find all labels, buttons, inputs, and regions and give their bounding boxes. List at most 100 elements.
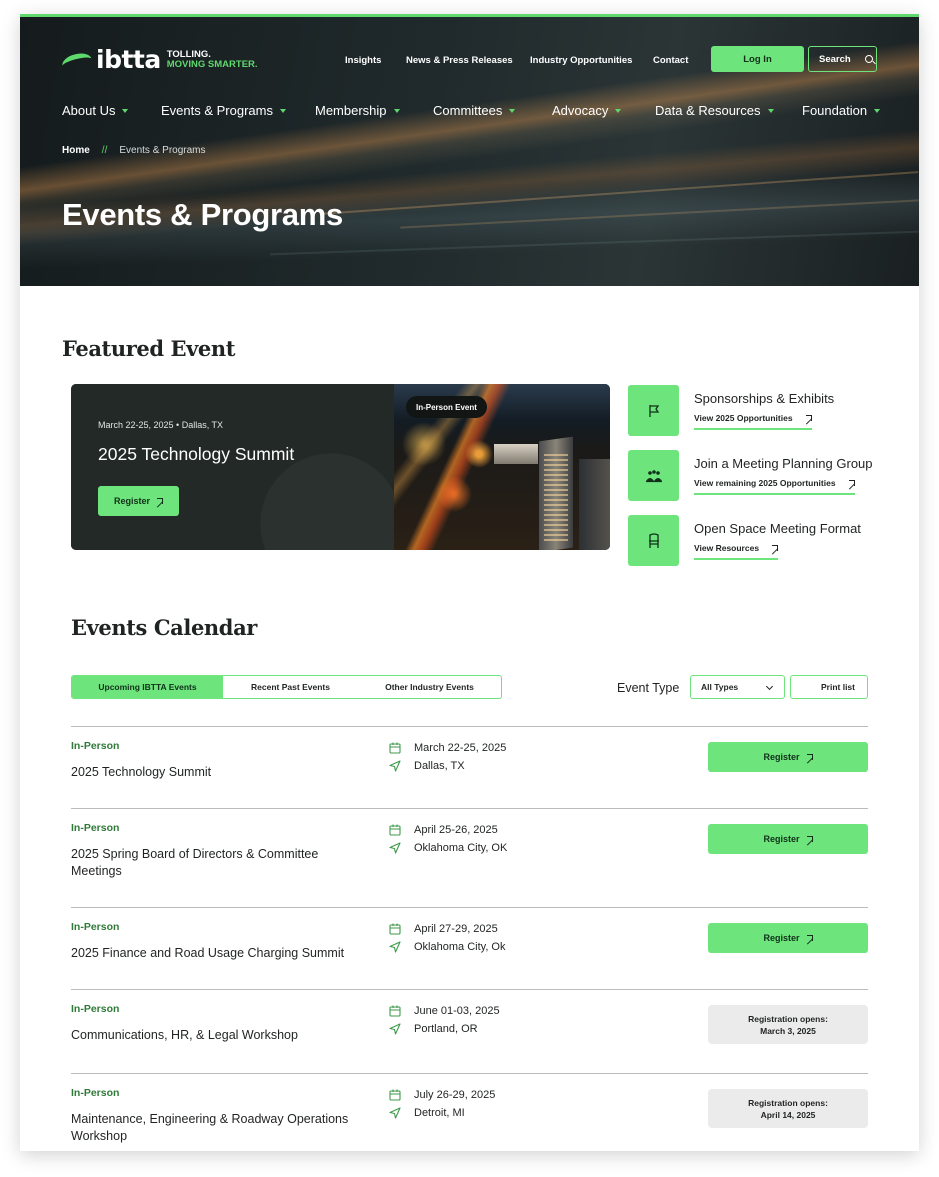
image-building bbox=[579, 459, 610, 550]
event-type: In-Person bbox=[71, 822, 120, 834]
caret-down-icon bbox=[767, 109, 774, 113]
event-type: In-Person bbox=[71, 921, 120, 933]
event-register-button[interactable]: Register bbox=[708, 923, 868, 953]
side-link-open-space: Open Space Meeting Format View Resources bbox=[628, 515, 888, 567]
hero-header: ibtta TOLLING. MOVING SMARTER. Insights … bbox=[20, 14, 919, 286]
in-person-badge: In-Person Event bbox=[406, 396, 487, 418]
featured-event-title: 2025 Technology Summit bbox=[98, 444, 295, 464]
location-arrow-icon bbox=[389, 1107, 401, 1119]
util-link-industry-opportunities[interactable]: Industry Opportunities bbox=[530, 55, 632, 66]
image-windows bbox=[544, 454, 568, 544]
arrow-up-right-icon bbox=[771, 544, 779, 552]
print-list-button[interactable]: Print list bbox=[790, 675, 868, 699]
event-type: In-Person bbox=[71, 1003, 120, 1015]
event-register-button[interactable]: Register bbox=[708, 824, 868, 854]
side-link-meeting-planning: Join a Meeting Planning Group View remai… bbox=[628, 450, 888, 502]
event-type-select[interactable]: All Types bbox=[690, 675, 785, 699]
nav-foundation[interactable]: Foundation bbox=[802, 103, 881, 118]
register-label: Register bbox=[763, 933, 800, 943]
search-button[interactable]: Search bbox=[808, 46, 877, 72]
breadcrumb-home[interactable]: Home bbox=[62, 145, 90, 156]
calendar-icon bbox=[389, 923, 401, 935]
event-title[interactable]: 2025 Spring Board of Directors & Committ… bbox=[71, 846, 361, 880]
event-date: April 27-29, 2025 bbox=[414, 923, 498, 935]
featured-register-button[interactable]: Register bbox=[98, 486, 179, 516]
login-button[interactable]: Log In bbox=[711, 46, 804, 72]
arrow-up-right-icon bbox=[805, 414, 812, 422]
nav-label: Committees bbox=[433, 103, 503, 118]
logo-tagline-line1: TOLLING. bbox=[166, 48, 211, 60]
group-icon bbox=[628, 450, 679, 501]
event-tabs: Upcoming IBTTA Events Recent Past Events… bbox=[71, 675, 502, 699]
nav-label: Membership bbox=[315, 103, 387, 118]
logo-tagline-line2: MOVING SMARTER. bbox=[166, 58, 258, 70]
tab-upcoming-events[interactable]: Upcoming IBTTA Events bbox=[72, 676, 223, 698]
registration-opens-label: Registration opens: bbox=[748, 1097, 828, 1108]
nav-advocacy[interactable]: Advocacy bbox=[552, 103, 622, 118]
side-link-label: View Resources bbox=[694, 543, 760, 553]
event-date: July 26-29, 2025 bbox=[414, 1089, 496, 1101]
registration-opens-label: Registration opens: bbox=[748, 1013, 828, 1024]
caret-down-icon bbox=[280, 109, 286, 113]
caret-down-icon bbox=[393, 109, 400, 113]
event-location: Portland, OR bbox=[414, 1023, 478, 1035]
breadcrumb-current: Events & Programs bbox=[119, 145, 206, 156]
chair-icon bbox=[628, 515, 679, 566]
page-title: Events & Programs bbox=[62, 197, 343, 232]
registration-opens-badge: Registration opens: March 3, 2025 bbox=[708, 1005, 868, 1044]
featured-event-image: In-Person Event bbox=[394, 384, 610, 550]
util-link-contact[interactable]: Contact bbox=[653, 55, 688, 66]
nav-label: Events & Programs bbox=[161, 103, 273, 118]
breadcrumb-separator: // bbox=[101, 145, 108, 156]
register-label: Register bbox=[763, 834, 800, 844]
featured-event-info: March 22-25, 2025 • Dallas, TX 2025 Tech… bbox=[71, 384, 394, 550]
arrow-up-right-icon bbox=[848, 479, 855, 487]
event-type: In-Person bbox=[71, 740, 120, 752]
nav-label: Advocacy bbox=[552, 103, 609, 118]
featured-section-title: Featured Event bbox=[62, 336, 236, 361]
tab-recent-past-events[interactable]: Recent Past Events bbox=[223, 676, 358, 698]
event-row: In-Person 2025 Finance and Road Usage Ch… bbox=[71, 907, 868, 989]
nav-events-programs[interactable]: Events & Programs bbox=[161, 103, 286, 118]
event-location: Oklahoma City, Ok bbox=[414, 941, 506, 953]
ibtta-logo[interactable]: ibtta TOLLING. MOVING SMARTER. bbox=[62, 45, 258, 74]
event-type-label: Event Type bbox=[617, 681, 680, 695]
util-link-insights[interactable]: Insights bbox=[345, 55, 381, 66]
caret-down-icon bbox=[874, 109, 881, 113]
location-arrow-icon bbox=[389, 760, 401, 772]
side-link-sponsorships: Sponsorships & Exhibits View 2025 Opport… bbox=[628, 385, 888, 437]
view-opportunities-link[interactable]: View 2025 Opportunities bbox=[694, 413, 812, 430]
view-remaining-opportunities-link[interactable]: View remaining 2025 Opportunities bbox=[694, 478, 855, 495]
nav-data-resources[interactable]: Data & Resources bbox=[655, 103, 774, 118]
registration-opens-badge: Registration opens: April 14, 2025 bbox=[708, 1089, 868, 1128]
chevron-down-icon bbox=[765, 682, 774, 691]
featured-event-card: March 22-25, 2025 • Dallas, TX 2025 Tech… bbox=[71, 384, 610, 550]
nav-committees[interactable]: Committees bbox=[433, 103, 516, 118]
util-link-news[interactable]: News & Press Releases bbox=[406, 55, 513, 66]
tab-other-industry-events[interactable]: Other Industry Events bbox=[358, 676, 501, 698]
arrow-up-right-icon bbox=[156, 497, 163, 505]
logo-word: ibtta bbox=[96, 45, 161, 74]
light-streak bbox=[320, 171, 919, 215]
event-row: In-Person Communications, HR, & Legal Wo… bbox=[71, 989, 868, 1073]
nav-about-us[interactable]: About Us bbox=[62, 103, 129, 118]
event-title[interactable]: Communications, HR, & Legal Workshop bbox=[71, 1027, 361, 1044]
event-row: In-Person 2025 Technology Summit March 2… bbox=[71, 726, 868, 808]
side-link-title: Open Space Meeting Format bbox=[694, 521, 861, 536]
arrow-up-right-icon bbox=[806, 934, 813, 942]
event-title[interactable]: Maintenance, Engineering & Roadway Opera… bbox=[71, 1111, 361, 1145]
side-link-label: View remaining 2025 Opportunities bbox=[694, 478, 836, 488]
event-register-button[interactable]: Register bbox=[708, 742, 868, 772]
view-resources-link[interactable]: View Resources bbox=[694, 543, 779, 560]
event-location: Detroit, MI bbox=[414, 1107, 465, 1119]
nav-membership[interactable]: Membership bbox=[315, 103, 400, 118]
arrow-up-right-icon bbox=[806, 753, 813, 761]
side-link-title: Sponsorships & Exhibits bbox=[694, 391, 835, 406]
event-title[interactable]: 2025 Technology Summit bbox=[71, 764, 361, 781]
calendar-icon bbox=[389, 742, 401, 754]
registration-opens-date: April 14, 2025 bbox=[760, 1109, 816, 1120]
side-link-title: Join a Meeting Planning Group bbox=[694, 456, 873, 471]
caret-down-icon bbox=[122, 109, 129, 113]
page-container: ibtta TOLLING. MOVING SMARTER. Insights … bbox=[20, 14, 919, 1151]
event-title[interactable]: 2025 Finance and Road Usage Charging Sum… bbox=[71, 945, 361, 962]
